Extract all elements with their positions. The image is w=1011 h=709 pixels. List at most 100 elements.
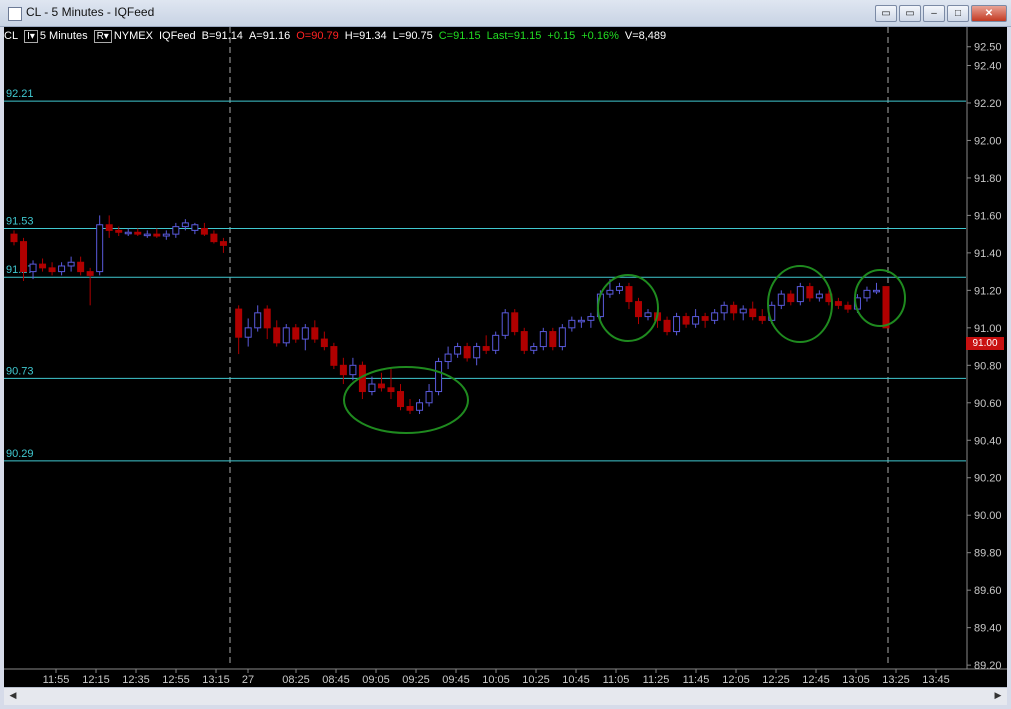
x-tick-label: 13:15	[202, 674, 230, 686]
candle-body	[549, 331, 557, 348]
x-tick-label: 08:25	[282, 674, 310, 686]
candle-body	[368, 383, 376, 393]
x-tick-label: 13:05	[842, 674, 870, 686]
symbol-label[interactable]: CL	[4, 30, 18, 42]
x-tick-label: 12:05	[722, 674, 750, 686]
candle-body	[568, 319, 576, 329]
annotation-ellipse	[854, 269, 906, 327]
x-tick-label: 12:25	[762, 674, 790, 686]
candle-body	[615, 286, 623, 291]
close-value: C=91.15	[438, 30, 481, 42]
candle-body	[587, 316, 595, 321]
candle-body	[511, 312, 519, 333]
x-tick-label: 11:25	[643, 674, 670, 686]
candle-body	[292, 327, 300, 340]
horizontal-scrollbar[interactable]: ◀ ▶	[4, 687, 1007, 705]
candle-body	[105, 224, 113, 231]
volume-value: V=8,489	[624, 30, 667, 42]
y-tick-label: 91.00	[974, 323, 1002, 335]
restore-right-button[interactable]: ▭	[899, 5, 921, 22]
y-tick-label: 89.20	[974, 660, 1002, 672]
y-tick-label: 90.00	[974, 510, 1002, 522]
restore-left-button[interactable]: ▭	[875, 5, 897, 22]
candle-body	[558, 327, 566, 348]
candle-body	[416, 402, 424, 411]
candle-body	[777, 293, 785, 306]
low-value: L=90.75	[392, 30, 433, 42]
candle-body	[663, 319, 671, 333]
annotation-ellipse	[597, 274, 659, 342]
scroll-left-icon[interactable]: ◀	[6, 690, 20, 702]
y-tick-label: 90.60	[974, 398, 1002, 410]
x-tick-label: 08:45	[322, 674, 350, 686]
minimize-button[interactable]: –	[923, 5, 945, 22]
candle-body	[77, 261, 85, 273]
candle-body	[701, 316, 709, 321]
candle-body	[349, 364, 357, 376]
candle-body	[863, 289, 871, 299]
x-tick-label: 10:05	[482, 674, 510, 686]
x-tick-label: 13:25	[882, 674, 910, 686]
candle-body	[872, 289, 880, 293]
app-icon	[8, 7, 22, 21]
y-tick-label: 91.40	[974, 248, 1002, 260]
candle-body	[730, 304, 738, 314]
candle-body	[577, 319, 585, 323]
change-value: +0.15	[547, 30, 576, 42]
candle-body	[20, 241, 28, 273]
x-tick-label: 09:25	[402, 674, 430, 686]
y-tick-label: 92.40	[974, 60, 1002, 72]
bid-value: B=91.14	[201, 30, 243, 42]
y-tick-label: 90.20	[974, 473, 1002, 485]
candle-body	[301, 327, 309, 340]
candle-body	[644, 312, 652, 318]
y-tick-label: 89.60	[974, 585, 1002, 597]
candle-body	[387, 387, 395, 393]
interval-label[interactable]: 5 Minutes	[40, 30, 88, 42]
candle-body	[124, 231, 132, 235]
level-label: 90.73	[6, 365, 34, 377]
level-label: 91.27	[6, 264, 34, 276]
y-tick-label: 91.80	[974, 173, 1002, 185]
candle-body	[219, 241, 227, 246]
window-title: CL - 5 Minutes - IQFeed	[26, 5, 155, 19]
maximize-button[interactable]: □	[947, 5, 969, 22]
y-tick-label: 90.40	[974, 435, 1002, 447]
candle-body	[143, 233, 151, 237]
interval-dropdown-icon[interactable]: I▾	[24, 29, 38, 43]
y-tick-label: 92.00	[974, 135, 1002, 147]
candle-body	[10, 233, 18, 243]
candle-body	[330, 346, 338, 366]
candle-body	[115, 229, 123, 233]
candle-body	[815, 293, 823, 299]
candle-body	[482, 346, 490, 351]
candle-body	[473, 346, 481, 359]
close-button[interactable]: ✕	[971, 5, 1007, 22]
current-price-marker: 91.00	[966, 337, 1004, 350]
candle-body	[67, 261, 75, 267]
x-tick-label: 11:05	[603, 674, 630, 686]
high-value: H=91.34	[344, 30, 387, 42]
y-tick-label: 90.80	[974, 360, 1002, 372]
title-bar[interactable]: CL - 5 Minutes - IQFeed ▭ ▭ – □ ✕	[0, 0, 1011, 27]
refresh-dropdown-icon[interactable]: R▾	[93, 29, 112, 43]
scroll-right-icon[interactable]: ▶	[991, 690, 1005, 702]
candle-body	[396, 391, 404, 408]
y-tick-label: 89.80	[974, 548, 1002, 560]
candle-body	[29, 263, 37, 273]
y-tick-label: 92.20	[974, 98, 1002, 110]
candle-body	[796, 286, 804, 303]
candle-body	[682, 316, 690, 325]
x-tick-label: 12:55	[162, 674, 190, 686]
window-controls: ▭ ▭ – □ ✕	[875, 5, 1007, 22]
candle-body	[58, 265, 66, 273]
y-tick-label: 91.60	[974, 210, 1002, 222]
chart-window: CL - 5 Minutes - IQFeed ▭ ▭ – □ ✕ 92.50 9…	[0, 0, 1011, 709]
candle-body	[444, 353, 452, 363]
candle-body	[530, 346, 538, 351]
candle-body	[39, 263, 47, 269]
candle-body	[501, 312, 509, 336]
candlestick-chart[interactable]: 92.50 92.40 92.20 92.00 91.80 91.60 91.40 91.20…	[4, 27, 1007, 687]
x-tick-label: 09:05	[362, 674, 390, 686]
candle-body	[492, 334, 500, 351]
